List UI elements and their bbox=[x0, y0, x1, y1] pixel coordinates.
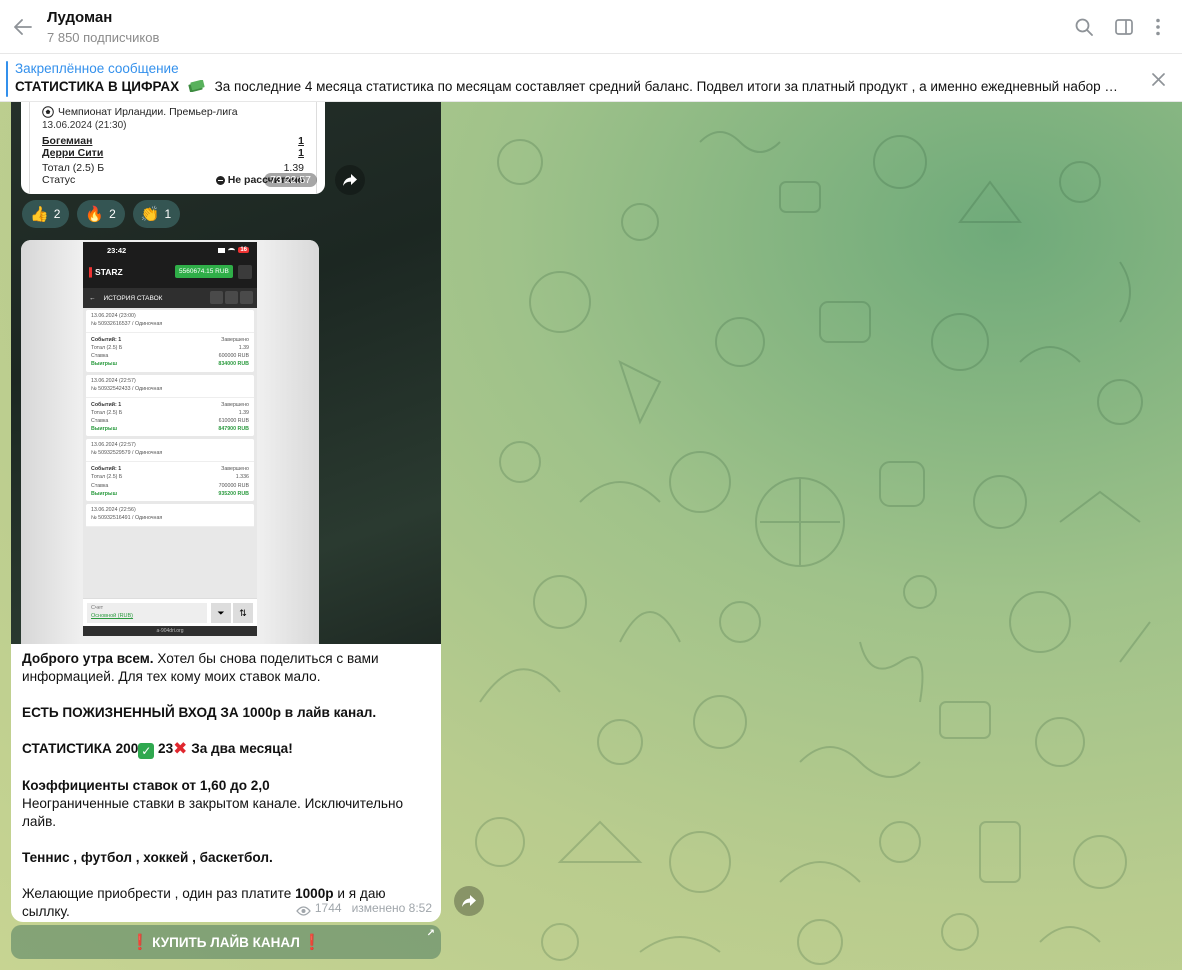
buy-button-label: КУПИТЬ ЛАЙВ КАНАЛ bbox=[152, 934, 300, 950]
bet-history-item: 13.06.2024 (23:00) № 50932616537 / Одиноч… bbox=[86, 310, 254, 372]
app-topbar: ▌STARZ 5560674.15 RUB bbox=[83, 258, 257, 288]
account-icon bbox=[238, 265, 252, 279]
reaction-thumbs-up[interactable]: 👍 2 bbox=[22, 200, 70, 228]
bet-history-item: 13.06.2024 (22:57) № 50932542433 / Одиноч… bbox=[86, 374, 254, 437]
pinned-indicator bbox=[6, 61, 8, 97]
bet-history-item: 13.06.2024 (22:56) № 50932516491 / Одиноч… bbox=[86, 504, 254, 527]
message-sports: Теннис , футбол , хоккей , баскетбол. bbox=[22, 850, 273, 865]
message-stats: СТАТИСТИКА 200 ✓ 23✖ За два месяца! bbox=[22, 739, 293, 759]
wifi-icon bbox=[228, 247, 236, 253]
nav-buttons bbox=[210, 291, 253, 304]
league-row: Чемпионат Ирландии. Премьер-лига bbox=[42, 106, 304, 118]
pinned-preview: СТАТИСТИКА В ЦИФРАХ За последние 4 месяц… bbox=[15, 79, 1125, 94]
team1-score: 1 bbox=[298, 135, 304, 147]
account-selector: Счет Основной (RUB) bbox=[87, 603, 207, 623]
reactions-bar: 👍 2 🔥 2 👏 1 bbox=[22, 200, 181, 228]
football-icon bbox=[42, 106, 54, 118]
total-label: Тотал (2.5) Б bbox=[42, 162, 105, 174]
external-link-icon: ↗ bbox=[426, 928, 435, 939]
team1-row: Богемиан 1 bbox=[42, 135, 304, 147]
buy-live-channel-button[interactable]: ❗ КУПИТЬ ЛАЙВ КАНАЛ ❗ ↗ bbox=[11, 925, 441, 959]
bet-slip-card[interactable]: Чемпионат Ирландии. Премьер-лига 13.06.2… bbox=[21, 102, 325, 194]
message-lifetime: ЕСТЬ ПОЖИЗНЕННЫЙ ВХОД ЗА 1000р в лайв ка… bbox=[22, 705, 377, 720]
media-views-badge: 73 22:57 bbox=[264, 173, 317, 187]
app-nav: ← ИСТОРИЯ СТАВОК bbox=[83, 288, 257, 308]
more-options-icon[interactable] bbox=[1147, 16, 1169, 38]
bet-history-list: 13.06.2024 (23:00) № 50932616537 / Одиноч… bbox=[83, 308, 257, 598]
bet-history-screenshot[interactable]: 23:42 16 ▌STARZ 5560674.15 RUB ← ИСТОРИЯ… bbox=[21, 240, 319, 644]
money-icon bbox=[187, 79, 205, 93]
filter-icon: ⏷ bbox=[211, 603, 231, 623]
edited-label: изменено 8:52 bbox=[351, 901, 432, 915]
exclamation-icon: ❗ bbox=[130, 934, 150, 951]
phone-status-bar: 23:42 16 bbox=[83, 242, 257, 258]
phone-screen: 23:42 16 ▌STARZ 5560674.15 RUB ← ИСТОРИЯ… bbox=[83, 242, 257, 636]
battery-level: 16 bbox=[238, 247, 249, 253]
match-date: 13.06.2024 (21:30) bbox=[42, 120, 127, 131]
pinned-label: Закреплённое сообщение bbox=[15, 61, 179, 76]
search-icon[interactable] bbox=[1073, 16, 1095, 38]
status-label: Статус bbox=[42, 174, 76, 186]
share-button[interactable] bbox=[454, 886, 484, 916]
signal-icon bbox=[218, 247, 226, 253]
share-arrow-icon bbox=[343, 174, 357, 186]
reaction-clap[interactable]: 👏 1 bbox=[132, 200, 181, 228]
brand-logo: ▌STARZ bbox=[89, 267, 123, 277]
exclamation-icon: ❗ bbox=[302, 934, 322, 951]
league-name: Чемпионат Ирландии. Премьер-лига bbox=[58, 106, 238, 118]
nav-title: ИСТОРИЯ СТАВОК bbox=[103, 294, 163, 302]
pinned-bold: СТАТИСТИКА В ЦИФРАХ bbox=[15, 79, 180, 94]
nav-back-icon: ← bbox=[89, 294, 96, 302]
team1-name: Богемиан bbox=[42, 135, 93, 147]
balance-badge: 5560674.15 RUB bbox=[175, 265, 233, 278]
message-bubble: Доброго утра всем. Хотел бы снова подели… bbox=[11, 644, 441, 922]
reaction-count: 1 bbox=[164, 207, 172, 221]
chat-header: Лудоман 7 850 подписчиков bbox=[0, 0, 1182, 54]
sidebar-toggle-icon[interactable] bbox=[1113, 16, 1135, 38]
team2-row: Дерри Сити 1 bbox=[42, 147, 304, 159]
pinned-message-bar[interactable]: Закреплённое сообщение СТАТИСТИКА В ЦИФР… bbox=[0, 55, 1182, 102]
bet-history-item: 13.06.2024 (22:57) № 50932529579 / Одиноч… bbox=[86, 439, 254, 502]
clap-icon: 👏 bbox=[140, 206, 160, 223]
team2-score: 1 bbox=[298, 147, 304, 159]
reaction-fire[interactable]: 🔥 2 bbox=[77, 200, 125, 228]
eye-icon bbox=[296, 903, 311, 916]
phone-time: 23:42 bbox=[107, 245, 127, 255]
total-row: Тотал (2.5) Б 1.39 bbox=[42, 162, 304, 174]
cross-mark-icon: ✖ bbox=[173, 739, 188, 758]
message-coef: Коэффициенты ставок от 1,60 до 2,0 bbox=[22, 778, 270, 793]
channel-title[interactable]: Лудоман bbox=[47, 9, 112, 26]
share-button[interactable] bbox=[335, 165, 365, 195]
reaction-count: 2 bbox=[109, 207, 116, 221]
account-bar: Счет Основной (RUB) ⏷ ⇅ bbox=[83, 598, 257, 626]
view-count: 1744 bbox=[314, 901, 342, 915]
team2-name: Дерри Сити bbox=[42, 147, 104, 159]
message-meta: 1744 изменено 8:52 bbox=[296, 899, 432, 917]
fire-icon: 🔥 bbox=[85, 206, 105, 223]
pinned-text: За последние 4 месяца статистика по меся… bbox=[214, 79, 1125, 94]
reaction-count: 2 bbox=[53, 207, 61, 221]
close-icon[interactable] bbox=[1148, 69, 1168, 89]
phone-indicators: 16 bbox=[218, 247, 249, 253]
message-greeting: Доброго утра всем. Хотел бы снова подели… bbox=[22, 651, 379, 684]
check-mark-icon: ✓ bbox=[138, 743, 155, 759]
share-arrow-icon bbox=[462, 895, 476, 907]
subscriber-count: 7 850 подписчиков bbox=[47, 30, 160, 45]
message-unlimited: Неограниченные ставки в закрытом канале.… bbox=[22, 796, 404, 829]
stop-icon bbox=[215, 175, 225, 185]
thumbs-up-icon: 👍 bbox=[30, 206, 49, 223]
back-arrow-icon[interactable] bbox=[10, 14, 36, 40]
sort-icon: ⇅ bbox=[233, 603, 253, 623]
site-footer: a-904dri.org bbox=[83, 626, 257, 636]
